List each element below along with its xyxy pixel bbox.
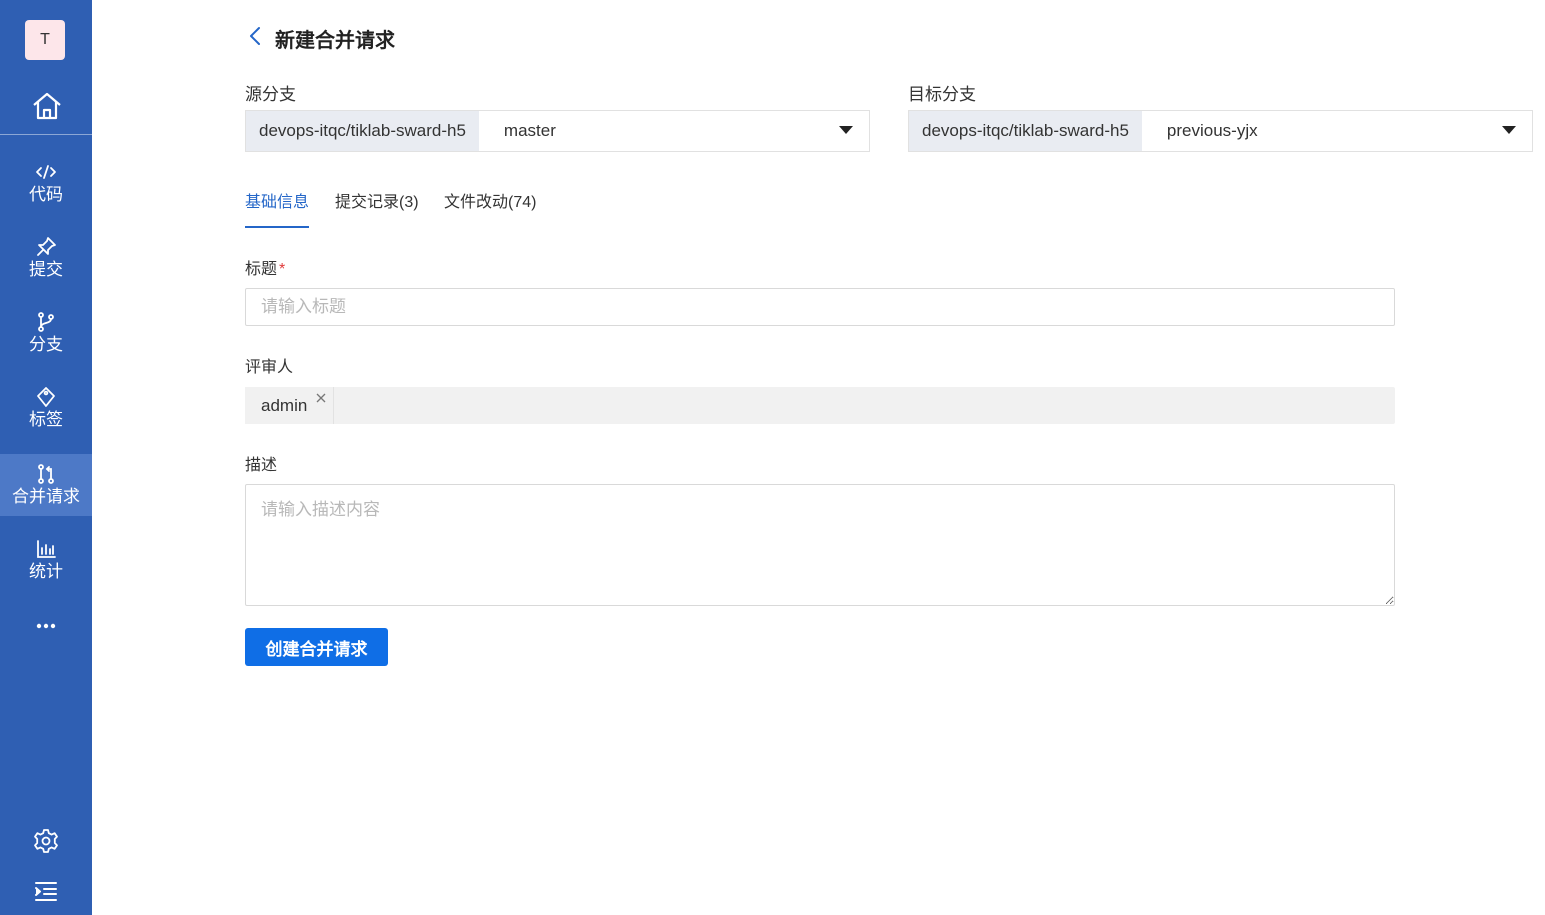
title-label: 标题 * <box>245 255 285 279</box>
reviewer-select[interactable]: admin <box>245 387 1395 424</box>
sidebar-item-label: 统计 <box>29 562 63 581</box>
pin-icon <box>37 237 56 256</box>
chevron-left-icon[interactable] <box>245 25 267 47</box>
description-label: 描述 <box>245 457 278 474</box>
page-title: 新建合并请求 <box>275 30 395 52</box>
source-branch-field: devops-itqc/tiklab-sward-h5 master <box>245 110 870 152</box>
sidebar-item-branch[interactable]: 分支 <box>0 302 92 364</box>
required-mark: * <box>279 261 286 278</box>
source-branch-value: master <box>503 121 556 140</box>
target-branch-label: 目标分支 <box>908 85 976 104</box>
sidebar-item-stats[interactable]: 统计 <box>0 529 92 591</box>
tab-basic-info[interactable]: 基础信息 <box>245 190 310 228</box>
sidebar-item-code[interactable]: 代码 <box>0 152 92 214</box>
sidebar-item-label: 分支 <box>29 335 63 354</box>
more-icon[interactable] <box>34 618 58 634</box>
tag-icon <box>37 387 55 407</box>
sidebar-item-label: 标签 <box>29 410 63 429</box>
menu-indent-icon[interactable] <box>34 880 58 902</box>
reviewer-name: admin <box>261 395 308 415</box>
caret-down-icon <box>1502 126 1516 134</box>
home-icon[interactable] <box>31 90 63 122</box>
reviewer-label: 评审人 <box>245 359 294 376</box>
sidebar-item-label: 代码 <box>29 185 63 204</box>
target-branch-value: previous-yjx <box>1166 121 1258 140</box>
sidebar-item-tag[interactable]: 标签 <box>0 377 92 439</box>
title-label-text: 标题 <box>245 261 278 278</box>
source-repo: devops-itqc/tiklab-sward-h5 <box>246 111 479 151</box>
sidebar-item-label: 合并请求 <box>12 487 80 506</box>
reviewer-tag: admin <box>245 387 334 424</box>
avatar[interactable]: T <box>25 20 65 60</box>
title-input[interactable] <box>245 288 1395 326</box>
caret-down-icon <box>839 126 853 134</box>
tab-commits[interactable]: 提交记录(3) <box>335 190 419 226</box>
gear-icon[interactable] <box>33 828 59 854</box>
create-merge-request-button[interactable]: 创建合并请求 <box>245 628 388 666</box>
branch-icon <box>38 312 54 332</box>
sidebar-item-commit[interactable]: 提交 <box>0 227 92 289</box>
sidebar-divider <box>0 134 92 135</box>
close-icon[interactable] <box>316 393 326 403</box>
merge-request-icon <box>38 464 54 484</box>
sidebar: T 代码 提交 分支 标签 合并请求 统计 <box>0 0 92 915</box>
source-branch-select[interactable]: master <box>479 111 869 151</box>
target-branch-field: devops-itqc/tiklab-sward-h5 previous-yjx <box>908 110 1533 152</box>
sidebar-item-merge-request[interactable]: 合并请求 <box>0 454 92 516</box>
code-icon <box>36 165 56 179</box>
target-branch-select[interactable]: previous-yjx <box>1142 111 1532 151</box>
bar-chart-icon <box>37 540 56 558</box>
description-textarea[interactable] <box>245 484 1395 606</box>
tab-file-changes[interactable]: 文件改动(74) <box>444 190 536 226</box>
sidebar-item-label: 提交 <box>29 260 63 279</box>
source-branch-label: 源分支 <box>245 85 296 104</box>
target-repo: devops-itqc/tiklab-sward-h5 <box>909 111 1142 151</box>
